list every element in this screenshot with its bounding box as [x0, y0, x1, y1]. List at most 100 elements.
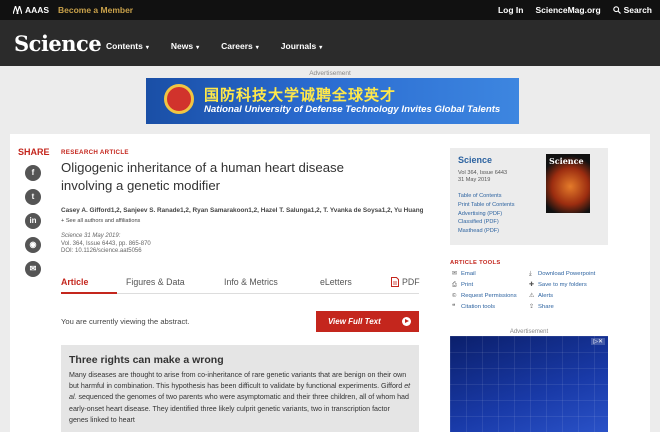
article-tabs: Article Figures & Data Info & Metrics eL… — [61, 270, 420, 294]
search-icon — [612, 6, 621, 14]
download-ppt-tool[interactable]: ⤓ Download Powerpoint — [529, 271, 595, 278]
tab-article[interactable]: Article — [61, 277, 88, 287]
tab-info-metrics[interactable]: Info & Metrics — [224, 277, 278, 287]
email-icon[interactable]: ✉ — [25, 261, 41, 277]
author-list[interactable]: Casey A. Gifford1,2, Sanjeev S. Ranade1,… — [61, 207, 423, 214]
summary-part-1: Many diseases are thought to arise from … — [69, 371, 407, 391]
masthead-link[interactable]: Masthead (PDF) — [458, 227, 515, 236]
tool-label: Download Powerpoint — [538, 271, 596, 277]
printer-icon: ⎙ — [452, 282, 457, 288]
publication-info: Science 31 May 2019: Vol. 364, Issue 644… — [61, 233, 151, 256]
issue-date: 31 May 2019 — [458, 177, 491, 184]
tool-label: Print — [461, 282, 474, 288]
article-tools-label: ARTICLE TOOLS — [450, 260, 501, 266]
issue-info: Vol 364, Issue 6443 31 May 2019 — [458, 170, 507, 185]
nav-item-journals[interactable]: Journals ▾ — [281, 41, 322, 51]
pdf-label: PDF — [402, 277, 420, 287]
ad-choices-icon[interactable]: ▷✕ — [591, 338, 605, 345]
tool-label: Alerts — [538, 293, 554, 299]
tab-eletters[interactable]: eLetters — [320, 277, 352, 287]
affil-label: See all authors and affiliations — [65, 218, 141, 224]
permissions-tool[interactable]: © Request Permissions — [452, 293, 517, 299]
share-icon: ⇪ — [529, 304, 534, 310]
article-type: RESEARCH ARTICLE — [61, 149, 129, 156]
tool-label: Share — [538, 304, 554, 310]
nav-label: News — [170, 41, 194, 51]
chevron-down-icon: ▾ — [196, 45, 200, 51]
main-nav: Science Contents ▾ News ▾ Careers ▾ Journal… — [0, 20, 660, 66]
editor-summary: Three rights can make a wrong Many disea… — [61, 345, 419, 432]
login-link[interactable]: Log In — [498, 5, 524, 15]
become-member-link[interactable]: Become a Member — [58, 5, 133, 15]
envelope-icon: ✉ — [452, 271, 457, 277]
nav-label: Journals — [280, 41, 317, 51]
advertising-link[interactable]: Advertising (PDF) — [458, 210, 515, 219]
facebook-icon[interactable]: f — [25, 165, 41, 181]
share-sidebar: SHARE — [18, 147, 50, 157]
pdf-icon — [391, 277, 399, 287]
chevron-down-icon: ▾ — [145, 45, 149, 51]
tool-label: Request Permissions — [461, 293, 517, 299]
side-ad[interactable]: ▷✕ — [450, 336, 608, 432]
aaas-text: AAAS — [25, 5, 50, 15]
cover-title: Science — [549, 156, 584, 166]
twitter-icon[interactable]: t — [25, 189, 41, 205]
tab-pdf[interactable]: PDF — [391, 277, 420, 287]
share-tool[interactable]: ⇪ Share — [529, 304, 554, 310]
journal-name[interactable]: Science — [458, 155, 492, 165]
nav-menu: Contents ▾ News ▾ Careers ▾ Journals ▾ — [106, 41, 322, 51]
print-toc-link[interactable]: Print Table of Contents — [458, 201, 515, 210]
save-folder-tool[interactable]: ✚ Save to my folders — [529, 282, 587, 288]
issue-cover-image[interactable]: Science — [546, 154, 590, 213]
share-label: SHARE — [18, 147, 50, 157]
alerts-tool[interactable]: ⚠ Alerts — [529, 293, 553, 299]
ad-english-text: National University of Defense Technolog… — [204, 104, 501, 115]
nav-item-news[interactable]: News ▾ — [171, 41, 199, 51]
aaas-logo[interactable]: AAAS — [13, 5, 49, 15]
pub-doi: DOI: 10.1126/science.aat5056 — [61, 248, 142, 254]
sciencemag-link[interactable]: ScienceMag.org — [535, 5, 600, 15]
science-logo[interactable]: Science — [14, 31, 102, 56]
alert-icon: ⚠ — [529, 293, 535, 299]
linkedin-icon[interactable]: in — [25, 213, 41, 229]
side-ad-label: Advertisement — [509, 329, 549, 335]
university-emblem-icon — [164, 84, 194, 114]
ad-banner[interactable]: 国防科技大学诚聘全球英才 National University of Defe… — [146, 78, 519, 124]
print-tool[interactable]: ⎙ Print — [452, 282, 473, 289]
email-tool[interactable]: ✉ Email — [452, 271, 476, 277]
citation-tool[interactable]: ❝ Citation tools — [452, 304, 495, 310]
nav-item-contents[interactable]: Contents ▾ — [106, 41, 149, 51]
citation-icon: ❝ — [452, 304, 456, 310]
tab-figures-data[interactable]: Figures & Data — [126, 277, 185, 287]
classified-link[interactable]: Classified (PDF) — [458, 218, 515, 227]
nav-item-careers[interactable]: Careers ▾ — [221, 41, 259, 51]
aaas-logo-icon — [13, 6, 22, 14]
folder-icon: ✚ — [529, 282, 534, 288]
article-title: Oligogenic inheritance of a human heart … — [61, 160, 344, 193]
issue-links: Table of Contents Print Table of Content… — [458, 192, 515, 236]
summary-text: Many diseases are thought to arise from … — [69, 370, 411, 426]
summary-part-2: sequenced the genomes of two parents who… — [69, 393, 409, 424]
play-arrow-icon — [402, 317, 411, 326]
download-icon: ⤓ — [529, 271, 532, 277]
search-button[interactable]: Search — [612, 5, 652, 15]
toc-link[interactable]: Table of Contents — [458, 192, 515, 201]
search-label: Search — [623, 5, 652, 15]
nav-label: Contents — [106, 41, 143, 51]
ad-chinese-text: 国防科技大学诚聘全球英才 — [204, 87, 397, 104]
nav-label: Careers — [221, 41, 253, 51]
active-tab-indicator — [61, 292, 117, 294]
ad-label: Advertisement — [309, 70, 351, 77]
issue-volume: Vol 364, Issue 6443 — [458, 170, 508, 176]
article-tools: ARTICLE TOOLS — [450, 260, 620, 266]
tool-label: Email — [461, 271, 476, 277]
pub-date: Science 31 May 2019: — [61, 233, 121, 239]
reddit-icon[interactable]: ◉ — [25, 237, 41, 253]
tool-label: Save to my folders — [538, 282, 587, 288]
journal-issue-box: Science Vol 364, Issue 6443 31 May 2019 … — [450, 148, 608, 245]
see-all-authors-link[interactable]: + See all authors and affiliations — [61, 218, 140, 224]
summary-title: Three rights can make a wrong — [69, 354, 224, 366]
view-full-text-label: View Full Text — [328, 317, 381, 326]
viewing-notice: You are currently viewing the abstract. — [61, 317, 190, 326]
view-full-text-button[interactable]: View Full Text — [316, 311, 419, 332]
